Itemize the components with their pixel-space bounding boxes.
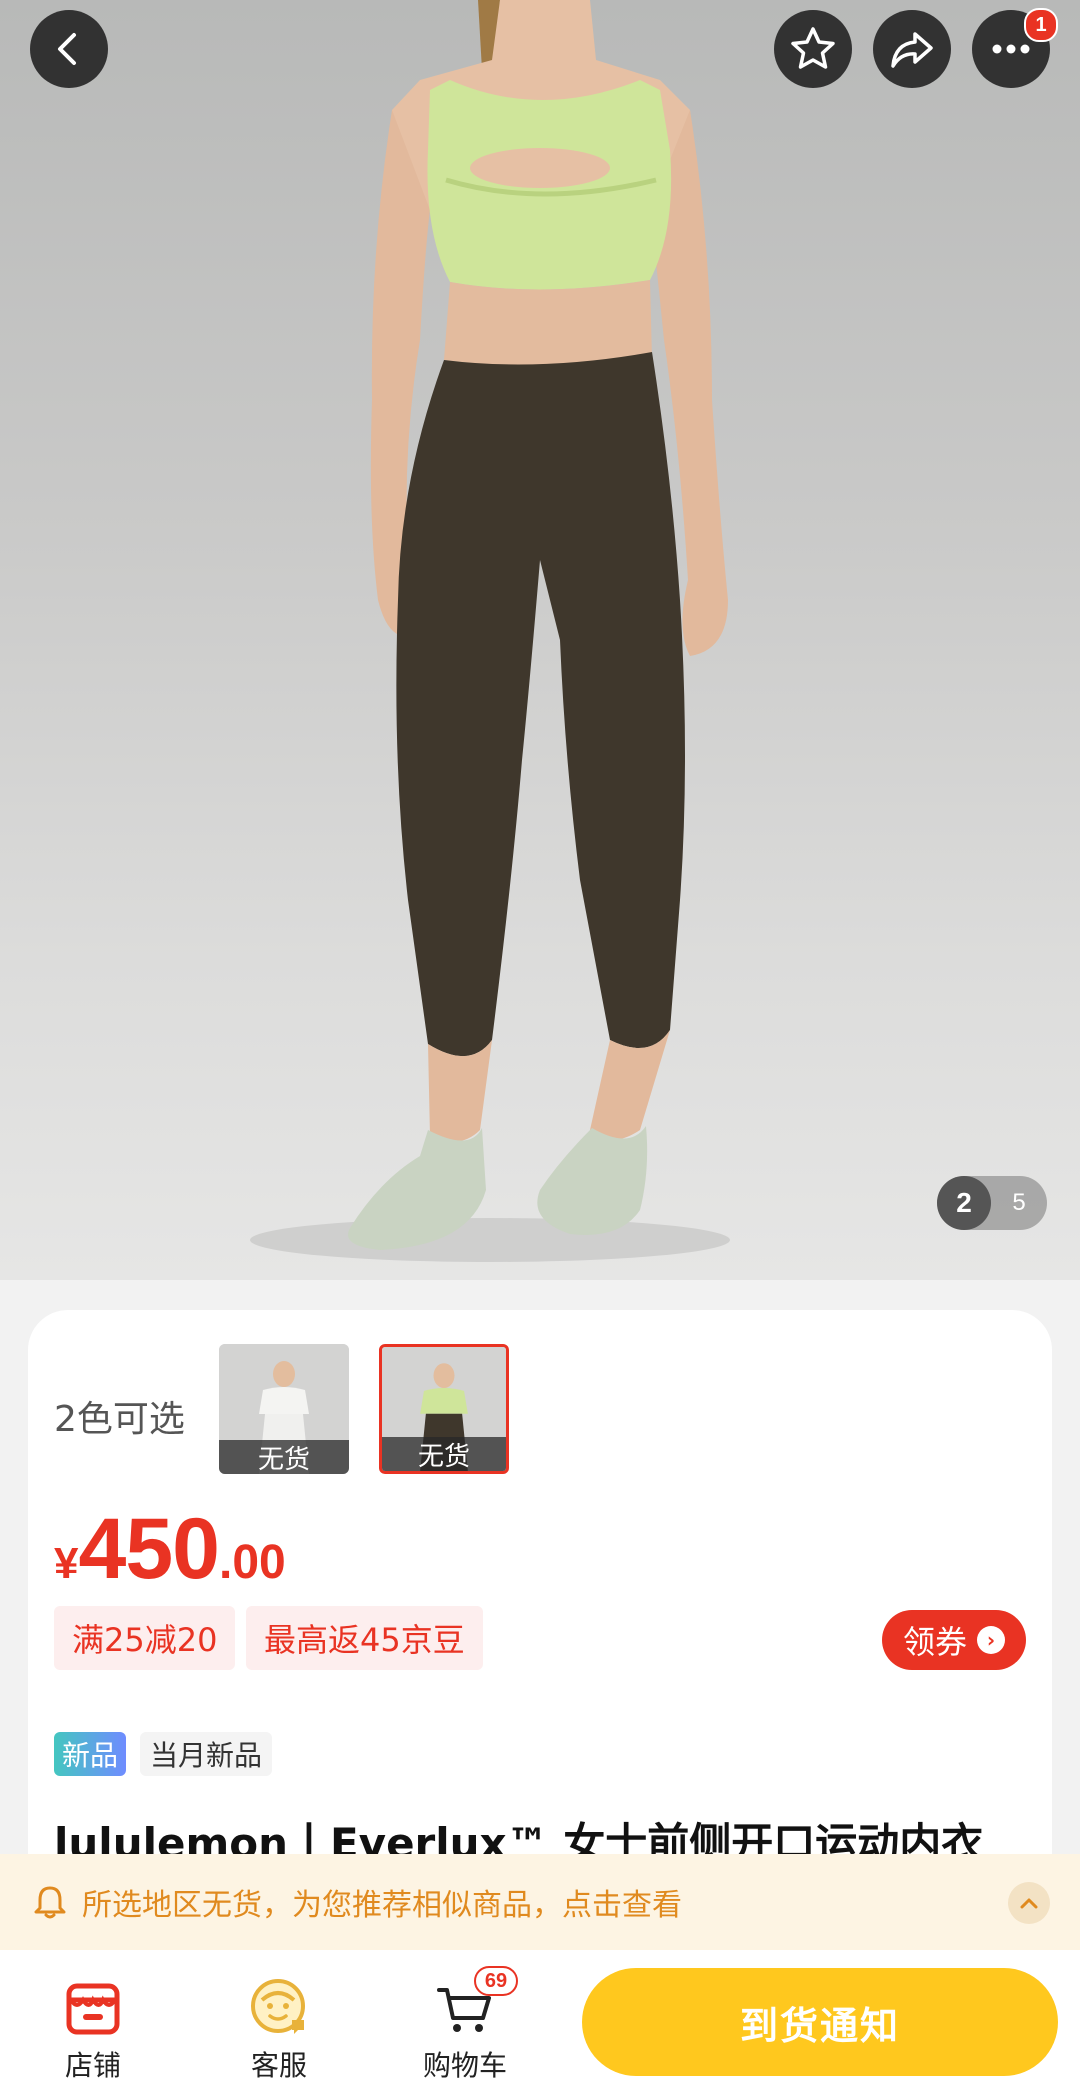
back-button[interactable] xyxy=(30,10,108,88)
expand-button[interactable] xyxy=(1008,1882,1050,1924)
customer-service-tab[interactable]: 客服 xyxy=(224,1972,334,2084)
color-swatch-white[interactable]: 无货 xyxy=(219,1344,349,1474)
cart-label: 购物车 xyxy=(422,2049,507,2082)
colors-available-label: 2色可选 xyxy=(54,1399,185,1440)
more-button[interactable]: 1 xyxy=(972,8,1058,88)
share-icon xyxy=(891,32,933,68)
price-currency: ¥ xyxy=(54,1539,79,1588)
customer-service-icon xyxy=(251,1979,305,2034)
pager-current: 2 xyxy=(937,1176,991,1230)
out-of-stock-notice[interactable]: 所选地区无货，为您推荐相似商品，点击查看 xyxy=(0,1854,1080,1950)
arrival-notice-button[interactable]: 到货通知 xyxy=(582,1968,1058,2076)
store-icon xyxy=(66,1983,120,2035)
customer-service-label: 客服 xyxy=(250,2049,307,2082)
promo-beans-tag[interactable]: 最高返45京豆 xyxy=(246,1606,483,1670)
product-image-gallery[interactable]: 1 2 5 xyxy=(0,0,1080,1280)
chevron-left-icon xyxy=(58,33,76,65)
price-integer: 450 xyxy=(78,1501,219,1597)
image-pager: 2 5 xyxy=(937,1176,1047,1230)
share-button[interactable] xyxy=(873,10,951,88)
store-tab[interactable]: 店铺 xyxy=(38,1972,148,2084)
pager-total: 5 xyxy=(1012,1189,1026,1216)
get-coupon-button[interactable]: 领券 › xyxy=(882,1610,1026,1670)
favorite-button[interactable] xyxy=(774,10,852,88)
product-price: ¥450.00 xyxy=(54,1500,286,1599)
new-product-tag: 新品 xyxy=(54,1732,127,1776)
bell-icon xyxy=(34,1886,66,1919)
chevron-right-icon: › xyxy=(977,1626,1005,1654)
store-label: 店铺 xyxy=(64,2049,121,2082)
product-photo xyxy=(250,0,730,1262)
bottom-action-bar: 店铺 客服 69 购物车 到货通知 xyxy=(0,1950,1080,2094)
price-decimal: .00 xyxy=(218,1536,286,1589)
notification-badge: 1 xyxy=(1024,8,1058,42)
swatch-caption: 无货 xyxy=(219,1440,349,1474)
star-icon xyxy=(791,27,835,69)
swatch-caption: 无货 xyxy=(382,1437,506,1471)
monthly-new-tag: 当月新品 xyxy=(140,1732,273,1776)
notice-text: 所选地区无货，为您推荐相似商品，点击查看 xyxy=(82,1888,682,1923)
chevron-up-icon xyxy=(1020,1898,1038,1909)
coupon-label: 领券 xyxy=(902,1623,967,1661)
promo-discount-tag[interactable]: 满25减20 xyxy=(54,1606,236,1670)
cart-count-badge: 69 xyxy=(474,1966,518,1996)
product-info-card: 2色可选 无货 无货 ¥450.00 满25减20 最高返45京豆 领券 › 新… xyxy=(28,1310,1052,1910)
color-swatch-green[interactable]: 无货 xyxy=(379,1344,509,1474)
cart-tab[interactable]: 69 购物车 xyxy=(410,1966,520,2084)
